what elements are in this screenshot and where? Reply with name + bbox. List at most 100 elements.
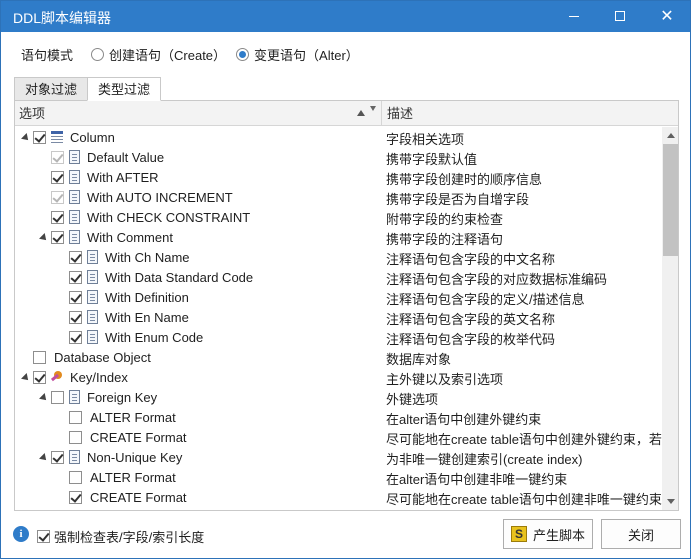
tree-row[interactable]: Non-Unique Key 为非唯一键创建索引(create index) — [15, 447, 662, 467]
tree-row-checkbox[interactable] — [51, 230, 64, 244]
tree-row-label: Non-Unique Key — [87, 449, 183, 465]
tree-row[interactable]: With Enum Code 注释语句包含字段的枚举代码 — [15, 327, 662, 347]
column-divider[interactable] — [381, 101, 382, 126]
tree-row[interactable]: ALTER Format 在alter语句中创建非唯一键约束 — [15, 467, 662, 487]
tree-row-label: Foreign Key — [87, 389, 158, 405]
tree-row-checkbox[interactable] — [69, 290, 82, 304]
tree-row-checkbox[interactable] — [69, 250, 82, 264]
tree-row-option: CREATE Format — [55, 427, 187, 447]
tree-row[interactable]: With Definition 注释语句包含字段的定义/描述信息 — [15, 287, 662, 307]
sort-ascending-icon[interactable] — [357, 110, 365, 116]
radio-alter[interactable]: 变更语句（Alter） — [236, 45, 359, 64]
force-length-check[interactable]: 强制检查表/字段/索引长度 — [37, 527, 204, 546]
tree-row-checkbox[interactable] — [69, 410, 82, 424]
tree-row-label: With En Name — [105, 309, 189, 325]
tree-row[interactable]: With Ch Name 注释语句包含字段的中文名称 — [15, 247, 662, 267]
tab-type-filter[interactable]: 类型过滤 — [87, 77, 162, 101]
tree-row-option: Non-Unique Key — [37, 447, 182, 467]
scrollbar-thumb[interactable] — [663, 144, 678, 256]
tree-row[interactable]: Foreign Key 外键选项 — [15, 387, 662, 407]
doc-icon — [87, 310, 98, 324]
force-length-checkbox[interactable] — [37, 530, 50, 543]
tree-row-description: 携带字段默认值 — [386, 152, 478, 167]
tree-row-checkbox[interactable] — [51, 450, 64, 464]
title-bar[interactable]: DDL脚本编辑器 ✕ — [1, 1, 690, 32]
scroll-up-icon[interactable] — [662, 127, 678, 144]
tree-row-option: With AFTER — [37, 167, 159, 187]
generate-script-button[interactable]: S 产生脚本 — [503, 519, 593, 549]
tree-row-label: Column — [70, 129, 115, 145]
tree-row[interactable]: CREATE Format 尽可能地在create table语句中创建外键约束，… — [15, 427, 662, 447]
close-button[interactable]: 关闭 — [601, 519, 681, 549]
tree-row-checkbox[interactable] — [69, 270, 82, 284]
tree-row-option: ALTER Format — [55, 407, 176, 427]
tree-row[interactable]: Column 字段相关选项 — [15, 127, 662, 147]
tree-row[interactable]: With AFTER 携带字段创建时的顺序信息 — [15, 167, 662, 187]
column-header-description[interactable]: 描述 — [385, 101, 665, 126]
footer: i 强制检查表/字段/索引长度 S 产生脚本 关闭 — [1, 519, 690, 549]
radio-alter-indicator[interactable] — [236, 47, 250, 61]
tree-row-description: 为非唯一键创建索引(create index) — [386, 452, 583, 467]
tree-row[interactable]: Database Object 数据库对象 — [15, 347, 662, 367]
statement-mode-label: 语句模式 — [21, 47, 74, 63]
tree-row[interactable]: Default Value 携带字段默认值 — [15, 147, 662, 167]
tree-row-description: 外键选项 — [386, 392, 439, 407]
tab-object-filter[interactable]: 对象过滤 — [14, 77, 89, 101]
expand-arrow-icon[interactable] — [19, 130, 33, 144]
expand-arrow-icon[interactable] — [37, 390, 51, 404]
tree-row-description: 注释语句包含字段的中文名称 — [386, 252, 556, 267]
radio-create[interactable]: 创建语句（Create） — [91, 45, 226, 64]
expand-arrow-icon[interactable] — [37, 450, 51, 464]
tree-row-checkbox[interactable] — [69, 470, 82, 484]
tree-row-checkbox[interactable] — [51, 170, 64, 184]
radio-create-label: 创建语句（Create） — [109, 47, 227, 63]
column-header-option[interactable]: 选项 — [19, 101, 379, 126]
tree-row[interactable]: With AUTO INCREMENT 携带字段是否为自增字段 — [15, 187, 662, 207]
tree-row-checkbox[interactable] — [69, 490, 82, 504]
tree-row[interactable]: With En Name 注释语句包含字段的英文名称 — [15, 307, 662, 327]
tree-row-checkbox[interactable] — [51, 210, 64, 224]
tree-row[interactable]: With Comment 携带字段的注释语句 — [15, 227, 662, 247]
tree-row-checkbox[interactable] — [69, 310, 82, 324]
minimize-button[interactable] — [551, 1, 597, 32]
expand-arrow-icon[interactable] — [19, 370, 33, 384]
force-length-label: 强制检查表/字段/索引长度 — [54, 530, 205, 545]
doc-icon — [87, 290, 98, 304]
close-window-button[interactable]: ✕ — [644, 1, 690, 32]
doc-icon — [69, 150, 80, 164]
tree-row[interactable]: With Data Standard Code 注释语句包含字段的对应数据标准编码 — [15, 267, 662, 287]
generate-script-label: 产生脚本 — [532, 527, 585, 543]
tree-row[interactable]: ALTER Format 在alter语句中创建外键约束 — [15, 407, 662, 427]
statement-mode-group: 语句模式 创建语句（Create） 变更语句（Alter） — [21, 45, 369, 63]
tree-row-description: 在alter语句中创建非唯一键约束 — [386, 472, 568, 487]
tree-row-checkbox[interactable] — [69, 430, 82, 444]
maximize-button[interactable] — [597, 1, 643, 32]
tree-row-label: With Data Standard Code — [105, 269, 254, 285]
filter-icon[interactable] — [370, 106, 376, 111]
tree-row-label: With Definition — [105, 289, 189, 305]
scroll-down-icon[interactable] — [662, 493, 678, 510]
tree-row[interactable]: Key/Index 主外键以及索引选项 — [15, 367, 662, 387]
minimize-icon — [569, 16, 579, 17]
radio-create-indicator[interactable] — [91, 47, 105, 61]
tree-row-description: 注释语句包含字段的对应数据标准编码 — [386, 272, 608, 287]
tree-row[interactable]: With CHECK CONSTRAINT 附带字段的约束检查 — [15, 207, 662, 227]
tree-row-checkbox[interactable] — [69, 330, 82, 344]
tree-row-option: With Enum Code — [55, 327, 203, 347]
doc-icon — [69, 210, 80, 224]
expand-arrow-icon[interactable] — [37, 230, 51, 244]
vertical-scrollbar[interactable] — [662, 127, 678, 510]
tree-row-checkbox[interactable] — [51, 390, 64, 404]
window-title: DDL脚本编辑器 — [13, 10, 112, 26]
tree-row-checkbox[interactable] — [33, 130, 46, 144]
type-filter-panel: 选项 描述 Column 字段相关选项 Default Value 携带字段默认值 Wi… — [14, 100, 679, 511]
tree-row[interactable]: CREATE Format 尽可能地在create table语句中创建非唯一键约… — [15, 487, 662, 507]
tree-row-checkbox[interactable] — [33, 350, 46, 364]
option-tree: Column 字段相关选项 Default Value 携带字段默认值 With AFT… — [15, 127, 662, 510]
tree-row-description: 在alter语句中创建外键约束 — [386, 412, 542, 427]
tree-row-checkbox[interactable] — [33, 370, 46, 384]
